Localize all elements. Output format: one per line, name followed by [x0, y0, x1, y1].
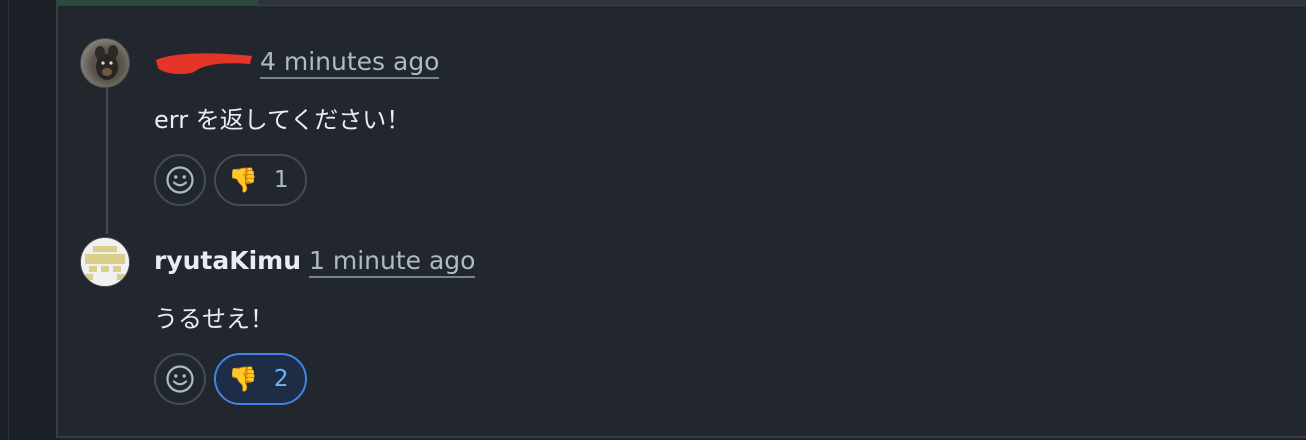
comment-header: 4 minutes ago: [154, 46, 440, 79]
avatar[interactable]: [80, 237, 130, 287]
smiley-face-icon: [166, 166, 194, 194]
thumbs-down-reaction-button[interactable]: 👎 1: [214, 154, 307, 206]
comment-body: err を返してください！: [154, 106, 411, 134]
thumbs-down-reaction-button[interactable]: 👎 2: [214, 353, 307, 405]
reactions-bar: 👎 2: [154, 353, 307, 405]
comment-author[interactable]: ryutaKimu: [154, 246, 301, 275]
thread-connector: [106, 84, 108, 234]
reactions-bar: 👎 1: [154, 154, 307, 206]
panel-top-accent: [58, 0, 258, 5]
comment-body: うるせえ！: [154, 305, 274, 333]
reaction-count: 2: [273, 366, 289, 392]
add-reaction-button[interactable]: [154, 154, 206, 206]
redacted-username: [156, 53, 252, 75]
rail-divider: [8, 0, 9, 440]
identicon-image: [81, 238, 129, 286]
thumbs-down-icon: 👎: [228, 365, 258, 393]
dog-avatar-image: [95, 45, 118, 80]
comment-thread-panel: 4 minutes ago err を返してください！ 👎 1 ryutaKim…: [56, 0, 1306, 438]
smiley-face-icon: [166, 365, 194, 393]
left-rail: [0, 0, 56, 440]
reaction-count: 1: [273, 167, 289, 193]
avatar[interactable]: [80, 38, 130, 88]
thumbs-down-icon: 👎: [228, 166, 258, 194]
comment-timestamp[interactable]: 1 minute ago: [309, 246, 476, 278]
add-reaction-button[interactable]: [154, 353, 206, 405]
comment-header: ryutaKimu 1 minute ago: [154, 245, 476, 278]
comment-timestamp[interactable]: 4 minutes ago: [260, 47, 440, 79]
